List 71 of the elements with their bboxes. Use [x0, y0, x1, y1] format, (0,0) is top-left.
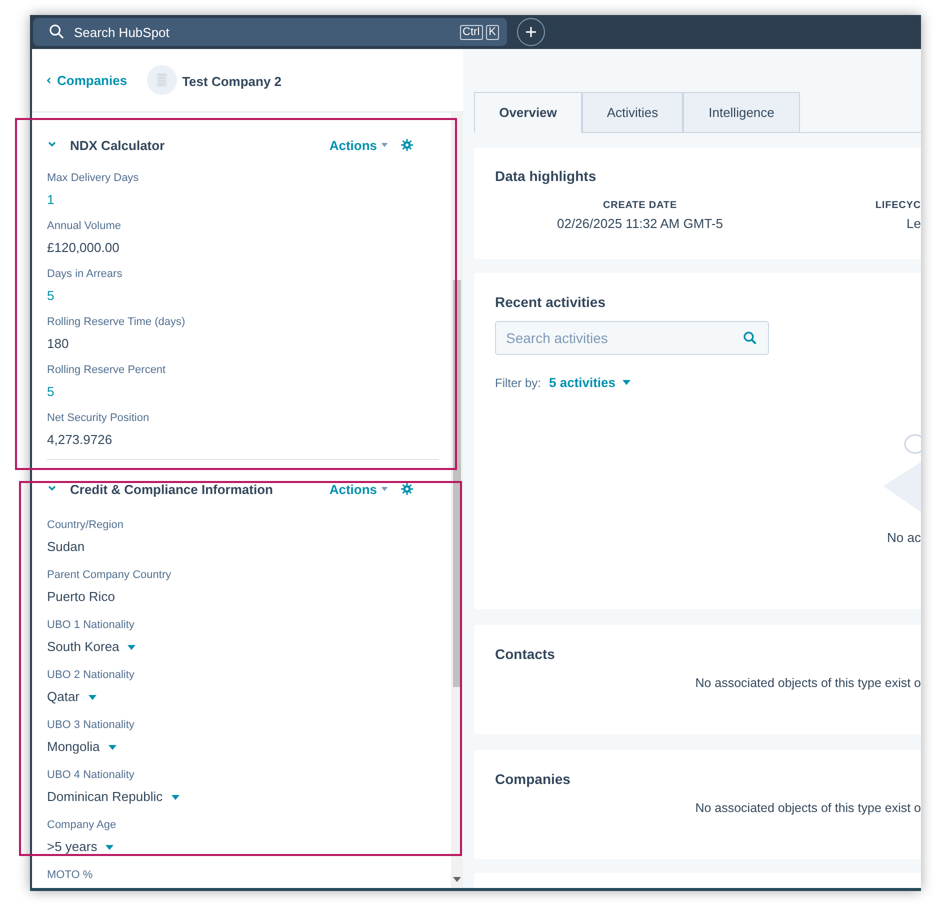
scroll-down-icon[interactable] [453, 877, 461, 882]
tab[interactable]: Intelligence [683, 92, 800, 133]
tab[interactable]: Overview [474, 92, 582, 133]
highlight-value: 02/26/2025 11:32 AM GMT-5 [557, 216, 723, 231]
field-label: Days in Arrears [47, 267, 124, 281]
shortcut-key: K [486, 25, 499, 40]
field-label: UBO 3 Nationality [47, 718, 136, 732]
search-field[interactable]: Search activities [495, 321, 769, 355]
caret-icon [88, 694, 97, 700]
field-label: Country/Region [47, 518, 124, 532]
card-title: Contacts [495, 646, 556, 662]
field-label: Rolling Reserve Time (days) [47, 315, 186, 329]
caret-icon [108, 744, 117, 750]
field-value[interactable]: 5 [47, 287, 54, 305]
search-icon [49, 24, 64, 39]
section-title: Credit & Compliance Information [70, 482, 273, 496]
caret-icon [170, 794, 180, 800]
field-value: 4,273.9726 [47, 431, 112, 449]
record-name: Test Company 2 [182, 74, 282, 88]
field-label: Parent Company Country [47, 568, 172, 582]
settings-icon[interactable] [401, 139, 413, 151]
field-value: Sudan [47, 538, 85, 556]
field-value[interactable]: 5 [47, 383, 54, 401]
field-dropdown[interactable]: Dominican Republic [47, 788, 180, 806]
field-label: UBO 1 Nationality [47, 618, 136, 632]
field-label: UBO 2 Nationality [47, 668, 136, 682]
field-label: UBO 4 Nationality [47, 768, 136, 782]
filter-label: Filter by: [495, 376, 542, 390]
field-value: Puerto Rico [47, 588, 115, 606]
field-label: Net Security Position [47, 411, 150, 425]
field-label: MOTO % [47, 868, 94, 882]
card-title: Recent activities [495, 294, 606, 310]
add-button[interactable] [517, 18, 545, 46]
caret-icon [381, 487, 388, 491]
field-dropdown[interactable]: Mongolia [47, 738, 117, 756]
chevron-left-icon [46, 76, 51, 84]
caret-icon [381, 143, 388, 147]
settings-icon[interactable] [401, 483, 413, 495]
section-title: NDX Calculator [70, 138, 165, 152]
field-label: Annual Volume [47, 219, 122, 233]
actions-dropdown[interactable]: Actions [329, 482, 388, 496]
shortcut-key: Ctrl [460, 25, 483, 40]
highlight-label: LIFECYC [875, 200, 921, 211]
plus-icon [525, 26, 537, 38]
caret-icon [622, 380, 631, 385]
chevron-icon [47, 483, 57, 493]
field-dropdown[interactable]: >5 years [47, 838, 114, 856]
field-label: Rolling Reserve Percent [47, 363, 167, 377]
filter-dropdown[interactable]: 5 activities [549, 375, 631, 390]
caret-icon [127, 644, 136, 650]
caret-icon [105, 844, 114, 850]
actions-dropdown[interactable]: Actions [329, 138, 388, 152]
search-icon [743, 331, 757, 345]
empty-state-text: No associated objects of this type exist o [695, 801, 921, 815]
highlight-label: CREATE DATE [602, 200, 678, 211]
card-title: Data highlights [495, 168, 598, 184]
field-value[interactable]: 1 [47, 191, 54, 209]
empty-state-text: No associated objects of this type exist o [695, 676, 921, 690]
chevron-icon [47, 139, 57, 149]
field-dropdown[interactable]: South Korea [47, 638, 136, 656]
field-dropdown[interactable]: Qatar [47, 688, 97, 706]
card-title: Companies [495, 771, 572, 787]
back-link[interactable]: Companies [46, 72, 128, 88]
field-label: Company Age [47, 818, 118, 832]
company-avatar-icon [147, 65, 178, 95]
tab[interactable]: Activities [582, 92, 683, 133]
field-value: £120,000.00 [47, 239, 120, 257]
field-value: 180 [47, 335, 69, 353]
field-label: Max Delivery Days [47, 171, 140, 185]
empty-state-text: No ac [887, 530, 921, 545]
highlight-value: Le [906, 216, 921, 231]
